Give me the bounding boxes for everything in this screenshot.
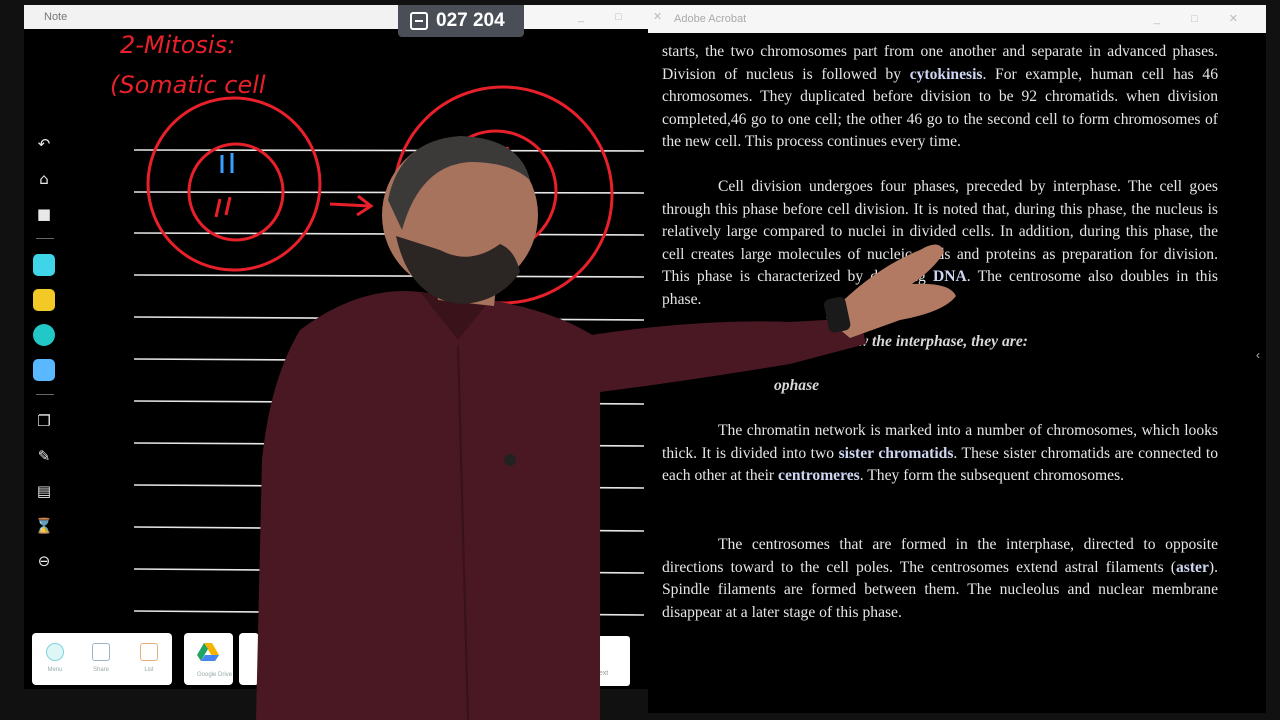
app-teal-icon bbox=[33, 324, 55, 346]
subheading-phases: As f which follow the interphase, they a… bbox=[662, 331, 1218, 354]
term-dna: DNA bbox=[932, 268, 967, 286]
daughter-cell-drawing bbox=[392, 85, 614, 305]
pen-icon: ✎ bbox=[37, 447, 51, 465]
share-icon bbox=[92, 643, 110, 661]
para4-text: The centrosomes that are formed in the i… bbox=[662, 536, 1218, 576]
chromosome-blue bbox=[220, 153, 234, 173]
paragraph-interphase: Cell division undergoes four phases, pre… bbox=[662, 176, 1218, 312]
share-button[interactable]: Share bbox=[90, 643, 112, 673]
handwriting-somatic: (Somatic cell bbox=[110, 71, 266, 99]
para3-text-end: . They form the subsequent chromosomes. bbox=[859, 467, 1125, 485]
note-window-title: Note bbox=[44, 11, 68, 23]
app-cyan-icon bbox=[33, 254, 55, 276]
term-sister-chromatids: sister chromatids bbox=[838, 444, 954, 462]
menu-label: Menu bbox=[47, 667, 63, 673]
acrobat-window-title: Adobe Acrobat bbox=[674, 13, 747, 25]
menu-button[interactable]: Menu bbox=[44, 643, 66, 673]
whiteboard-button[interactable]: ■ bbox=[30, 200, 58, 228]
handwriting-mitosis: 2-Mitosis: bbox=[120, 31, 235, 59]
google-drive-icon bbox=[197, 643, 219, 661]
whiteboard-drawing: 2-Mitosis: (Somatic cell bbox=[110, 31, 645, 616]
windows-icon: ❐ bbox=[37, 412, 51, 430]
pen-button[interactable]: ✎ bbox=[30, 442, 58, 470]
mother-cell-drawing bbox=[146, 96, 322, 272]
app-blue-icon bbox=[33, 359, 55, 381]
acrobat-window-controls[interactable]: _ □ ✕ bbox=[1154, 5, 1252, 33]
note-window-controls[interactable]: _ □ ✕ bbox=[578, 5, 676, 29]
counter-value: 027 204 bbox=[436, 10, 505, 31]
timer-button[interactable]: ⌛ bbox=[30, 512, 58, 540]
drive-button[interactable]: Google Drive bbox=[197, 643, 233, 678]
undo-icon: ↶ bbox=[37, 135, 51, 153]
term-centromeres: centromeres bbox=[778, 467, 860, 485]
toolbar-divider bbox=[36, 394, 54, 395]
storage-button[interactable]: ▤ bbox=[30, 477, 58, 505]
app-button-yellow[interactable] bbox=[30, 286, 58, 314]
drive-label: Google Drive bbox=[197, 672, 233, 678]
term-cytokinesis: cytokinesis bbox=[909, 65, 983, 83]
timer-icon: ⌛ bbox=[34, 517, 54, 535]
app-button-cyan[interactable] bbox=[30, 251, 58, 279]
app-button-blue[interactable] bbox=[30, 356, 58, 384]
paragraph-centrosomes: The centrosomes that are formed in the i… bbox=[662, 534, 1218, 624]
paragraph-chromatin: The chromatin network is marked into a n… bbox=[662, 420, 1218, 488]
whiteboard-canvas[interactable]: 2-Mitosis: (Somatic cell bbox=[24, 29, 648, 689]
app-yellow-icon bbox=[33, 289, 55, 311]
app-button-teal[interactable] bbox=[30, 321, 58, 349]
paragraph-cytokinesis: starts, the two chromosomes part from on… bbox=[662, 41, 1218, 154]
subheading-part2: which follow the interphase, they are: bbox=[785, 333, 1028, 350]
list-button[interactable]: List bbox=[138, 643, 160, 673]
drive-card[interactable]: Google Drive bbox=[184, 633, 233, 685]
toolbar-divider bbox=[36, 238, 54, 239]
storage-icon: ▤ bbox=[36, 482, 52, 500]
home-button[interactable]: ⌂ bbox=[30, 165, 58, 193]
home-icon: ⌂ bbox=[39, 170, 49, 188]
subheading-part1: As f bbox=[662, 333, 688, 350]
list-label: List bbox=[144, 667, 154, 673]
bottom-dock: Menu Share List bbox=[32, 633, 172, 685]
dock-card-partial[interactable] bbox=[239, 633, 259, 685]
side-panel-toggle-icon[interactable]: ‹ bbox=[1256, 348, 1260, 362]
term-aster: aster bbox=[1176, 558, 1209, 576]
page-counter: 027 204 bbox=[398, 5, 524, 37]
next-button[interactable]: Next bbox=[572, 636, 630, 686]
share-label: Share bbox=[92, 667, 109, 673]
whiteboard-icon: ■ bbox=[36, 205, 52, 223]
arrow-drawing bbox=[329, 194, 374, 217]
pdf-document[interactable]: starts, the two chromosomes part from on… bbox=[648, 33, 1266, 713]
document-icon bbox=[410, 12, 428, 30]
phase-title: ophase bbox=[774, 377, 820, 394]
list-icon bbox=[140, 643, 158, 661]
undo-button[interactable]: ↶ bbox=[30, 130, 58, 158]
windows-button[interactable]: ❐ bbox=[30, 407, 58, 435]
menu-icon bbox=[46, 643, 64, 661]
more-button[interactable]: ⊖ bbox=[30, 547, 58, 575]
more-icon: ⊖ bbox=[37, 552, 51, 570]
ruled-lines bbox=[133, 149, 645, 616]
